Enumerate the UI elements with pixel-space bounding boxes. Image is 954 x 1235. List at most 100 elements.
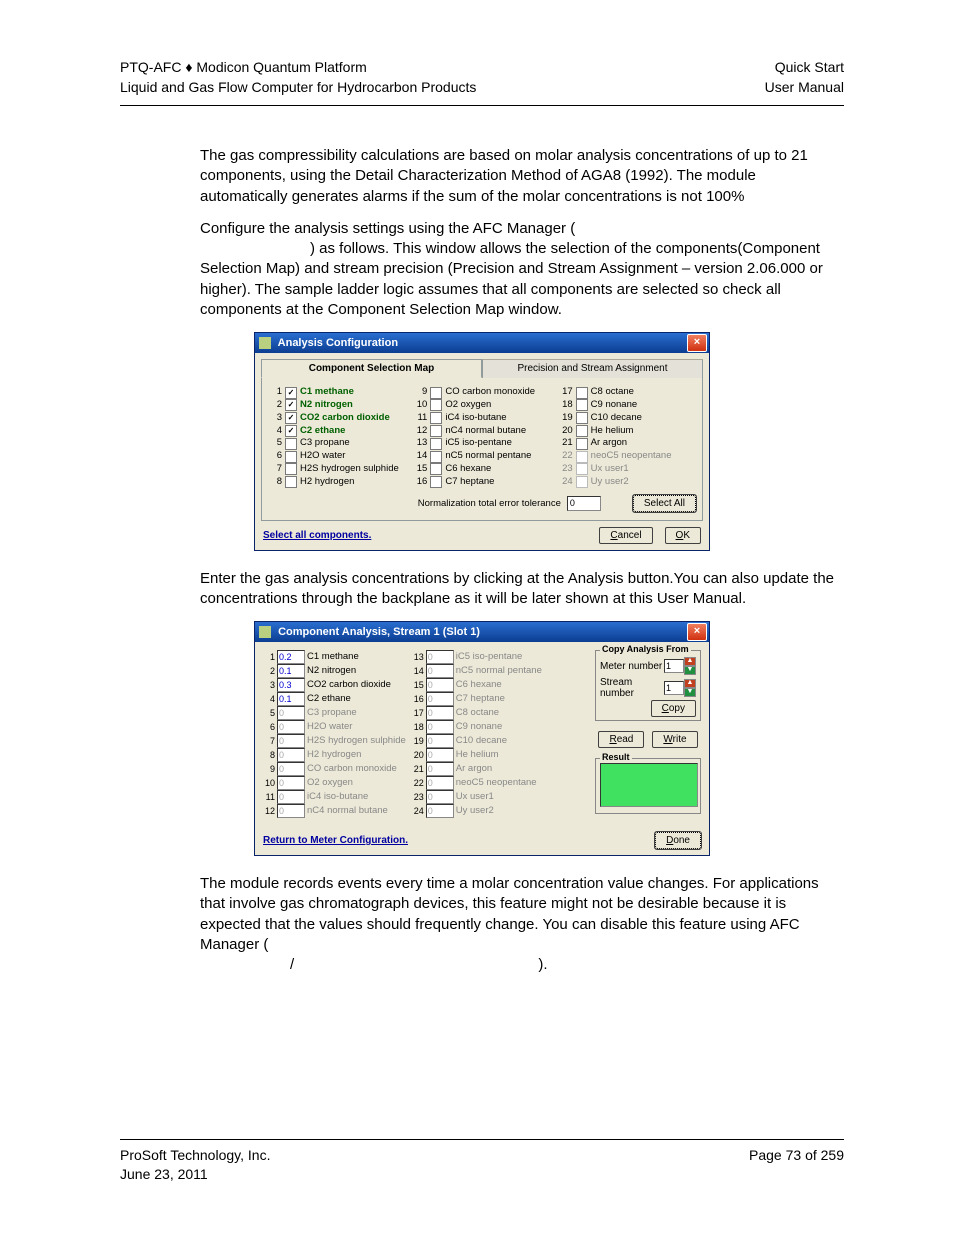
component-checkbox[interactable] [576,425,588,437]
component-row: 21Ar argon [559,437,696,450]
analysis-label: Uy user2 [456,804,494,818]
component-checkbox[interactable] [576,412,588,424]
component-label: Ar argon [591,437,627,450]
component-checkbox[interactable] [285,451,297,463]
component-row: 17C8 octane [559,386,696,399]
analysis-row: 13iC5 iso-pentane [412,650,542,664]
read-button[interactable]: Read [598,731,644,748]
component-checkbox[interactable] [430,412,442,424]
component-number: 15 [413,463,427,476]
copy-from-legend: Copy Analysis From [600,644,691,654]
analysis-row: 9CO carbon monoxide [263,762,406,776]
cancel-button[interactable]: Cancel [599,527,652,544]
analysis-value-input [277,734,305,748]
analysis-label: nC4 normal butane [307,804,388,818]
analysis-row: 3CO2 carbon dioxide [263,678,406,692]
analysis-row: 6H2O water [263,720,406,734]
close-icon[interactable]: × [687,623,707,641]
analysis-value-input [426,678,454,692]
dialog1-status-link[interactable]: Select all components. [263,530,371,541]
meter-number-input[interactable] [664,659,684,673]
component-checkbox[interactable] [285,412,297,424]
analysis-row: 8H2 hydrogen [263,748,406,762]
analysis-value-input[interactable] [277,664,305,678]
analysis-label: C3 propane [307,706,357,720]
component-label: He helium [591,425,634,438]
footer-rule [120,1139,844,1140]
analysis-number: 23 [412,791,424,804]
header-left-1: PTQ-AFC ♦ Modicon Quantum Platform [120,58,476,78]
analysis-row: 2N2 nitrogen [263,664,406,678]
component-label: nC5 normal pentane [445,450,531,463]
analysis-row: 16C7 heptane [412,692,542,706]
component-checkbox[interactable] [430,425,442,437]
component-checkbox[interactable] [285,387,297,399]
component-checkbox[interactable] [576,387,588,399]
component-checkbox[interactable] [285,463,297,475]
component-number: 23 [559,463,573,476]
component-number: 2 [268,399,282,412]
stream-down-icon[interactable]: ▼ [684,688,696,697]
tab-precision-stream[interactable]: Precision and Stream Assignment [482,359,703,378]
paragraph-2: Configure the analysis settings using th… [200,219,844,320]
analysis-label: C8 octane [456,706,499,720]
component-checkbox[interactable] [430,387,442,399]
paragraph-4: The module records events every time a m… [200,874,844,975]
ok-button[interactable]: OK [665,527,701,544]
header-right-2: User Manual [765,78,844,98]
component-checkbox[interactable] [430,476,442,488]
analysis-number: 1 [263,651,275,664]
done-button[interactable]: Done [655,832,701,849]
component-checkbox[interactable] [430,438,442,450]
component-label: C1 methane [300,386,354,399]
component-checkbox[interactable] [285,438,297,450]
component-checkbox[interactable] [430,451,442,463]
header-right-1: Quick Start [765,58,844,78]
analysis-value-input[interactable] [277,692,305,706]
component-row: 3CO2 carbon dioxide [268,412,405,425]
component-checkbox[interactable] [430,399,442,411]
analysis-value-input[interactable] [277,650,305,664]
meter-down-icon[interactable]: ▼ [684,666,696,675]
analysis-label: CO carbon monoxide [307,762,397,776]
component-label: C2 ethane [300,425,345,438]
meter-up-icon[interactable]: ▲ [684,657,696,666]
header-left-2: Liquid and Gas Flow Computer for Hydroca… [120,78,476,98]
component-checkbox[interactable] [285,399,297,411]
analysis-value-input [426,762,454,776]
component-checkbox[interactable] [285,425,297,437]
analysis-value-input [277,762,305,776]
select-all-button[interactable]: Select All [633,495,696,512]
component-number: 16 [413,476,427,489]
component-checkbox[interactable] [285,476,297,488]
analysis-number: 5 [263,707,275,720]
normalization-input[interactable] [567,496,601,511]
stream-up-icon[interactable]: ▲ [684,679,696,688]
component-checkbox[interactable] [576,399,588,411]
component-label: C10 decane [591,412,642,425]
copy-button[interactable]: Copy [651,700,696,717]
close-icon[interactable]: × [687,334,707,352]
app-icon [259,626,271,638]
stream-number-input[interactable] [664,681,684,695]
analysis-number: 8 [263,749,275,762]
dialog2-status-link[interactable]: Return to Meter Configuration. [263,835,408,846]
analysis-value-input [277,706,305,720]
component-number: 12 [413,425,427,438]
write-button[interactable]: Write [652,731,697,748]
analysis-value-input [277,804,305,818]
analysis-number: 17 [412,707,424,720]
analysis-number: 21 [412,763,424,776]
component-checkbox[interactable] [430,463,442,475]
analysis-value-input [426,748,454,762]
analysis-label: C9 nonane [456,720,502,734]
analysis-value-input [426,790,454,804]
component-number: 19 [559,412,573,425]
component-row: 12nC4 normal butane [413,425,550,438]
result-box [600,763,698,807]
analysis-value-input[interactable] [277,678,305,692]
component-checkbox[interactable] [576,438,588,450]
component-number: 18 [559,399,573,412]
analysis-row: 11iC4 iso-butane [263,790,406,804]
tab-component-selection[interactable]: Component Selection Map [261,359,482,378]
